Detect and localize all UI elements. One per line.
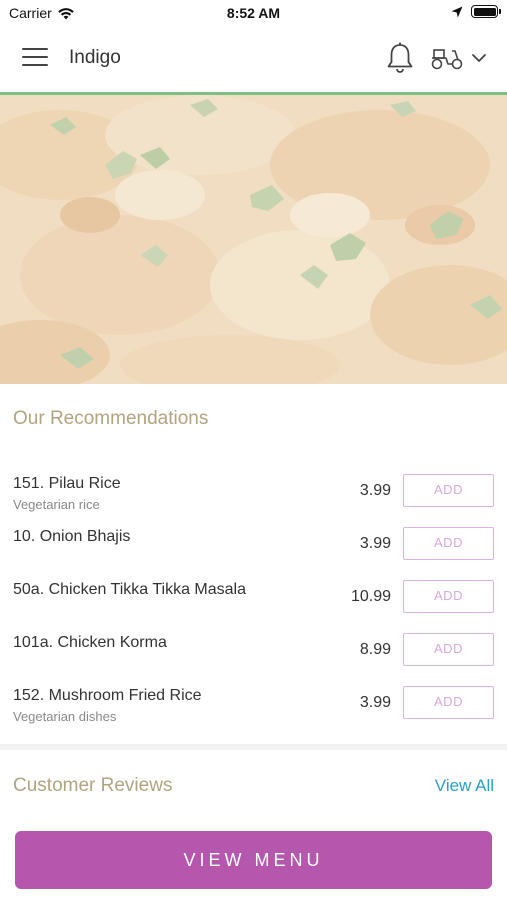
reviews-title: Customer Reviews [13, 775, 173, 796]
item-description: Vegetarian rice [13, 497, 100, 512]
item-price: 10.99 [350, 588, 391, 605]
battery-icon [471, 5, 501, 18]
item-price: 3.99 [359, 482, 391, 499]
curry-illustration [0, 95, 507, 384]
section-divider [0, 744, 507, 750]
item-price: 8.99 [359, 641, 391, 658]
status-right [451, 5, 501, 18]
list-item: 101a. Chicken Korma 8.99 ADD [0, 625, 507, 678]
view-all-link[interactable]: View All [435, 776, 494, 796]
item-name: 50a. Chicken Tikka Tikka Masala [13, 581, 246, 598]
location-arrow-icon [451, 6, 463, 17]
item-name: 151. Pilau Rice [13, 475, 121, 492]
list-item: 151. Pilau Rice Vegetarian rice 3.99 ADD [0, 466, 507, 519]
list-item: 10. Onion Bhajis 3.99 ADD [0, 519, 507, 572]
status-time: 8:52 AM [226, 5, 281, 21]
add-button[interactable]: ADD [403, 474, 494, 507]
item-name: 152. Mushroom Fried Rice [13, 687, 202, 704]
recommendations-title: Our Recommendations [13, 408, 209, 429]
status-bar: Carrier 8:52 AM [0, 0, 507, 26]
add-button[interactable]: ADD [403, 633, 494, 666]
recommendations-list: 151. Pilau Rice Vegetarian rice 3.99 ADD… [0, 466, 507, 731]
chevron-down-icon[interactable] [471, 52, 487, 64]
item-name: 10. Onion Bhajis [13, 528, 131, 545]
restaurant-title: Indigo [69, 47, 121, 68]
add-button[interactable]: ADD [403, 527, 494, 560]
item-price: 3.99 [359, 535, 391, 552]
bell-icon[interactable] [385, 42, 415, 74]
item-price: 3.99 [359, 694, 391, 711]
add-button[interactable]: ADD [403, 580, 494, 613]
hero-food-image [0, 95, 507, 384]
list-item: 152. Mushroom Fried Rice Vegetarian dish… [0, 678, 507, 731]
add-button[interactable]: ADD [403, 686, 494, 719]
scooter-icon[interactable] [430, 45, 464, 71]
item-name: 101a. Chicken Korma [13, 634, 167, 651]
item-description: Vegetarian dishes [13, 709, 117, 724]
list-item: 50a. Chicken Tikka Tikka Masala 10.99 AD… [0, 572, 507, 625]
menu-icon[interactable] [22, 48, 48, 68]
view-menu-button[interactable]: VIEW MENU [15, 831, 492, 889]
battery-fill [473, 7, 496, 16]
app-header: Indigo [0, 26, 507, 92]
